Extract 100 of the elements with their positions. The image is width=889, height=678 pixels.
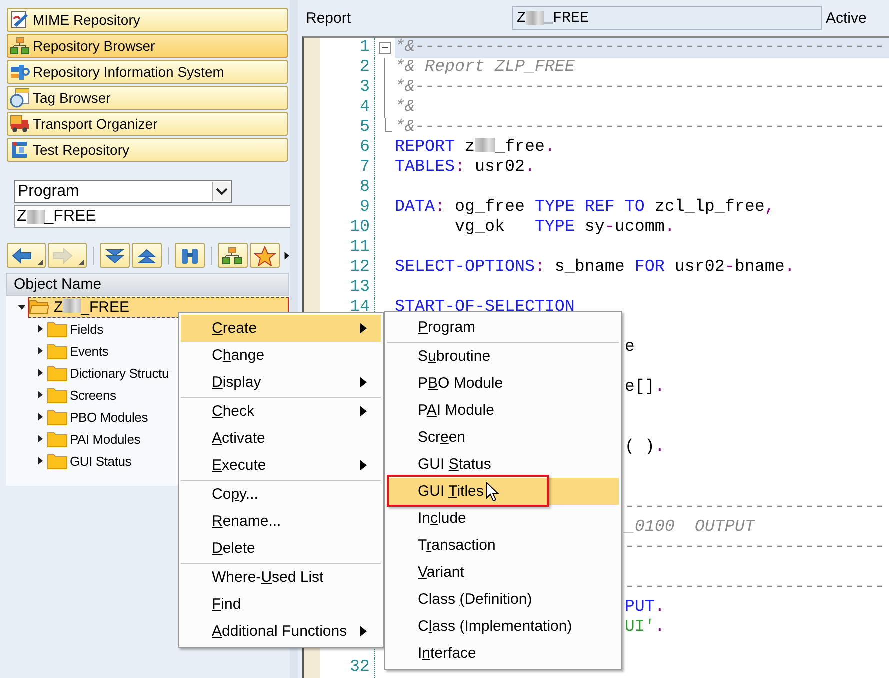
code-line: e[].: [624, 378, 666, 398]
folder-icon: [47, 342, 68, 360]
code-line: *&-----------------------------------------------: [395, 118, 886, 138]
menu-item[interactable]: Copy...: [181, 481, 381, 508]
menu-item[interactable]: Additional Functions: [181, 618, 381, 645]
expand-arrow-icon[interactable]: [36, 434, 45, 444]
nav-button[interactable]: Repository Information System: [7, 60, 288, 84]
code-line: _0100 OUTPUT: [622, 518, 756, 538]
folder-icon: [47, 320, 68, 338]
code-line: TABLES: usr02.: [395, 158, 536, 178]
menu-item[interactable]: Display: [181, 369, 381, 396]
status-text: Active: [826, 10, 867, 26]
expand-arrow-icon[interactable]: [18, 302, 27, 312]
nav-button[interactable]: Test Repository: [7, 138, 288, 162]
clamp-icon: [10, 140, 30, 160]
menu-item[interactable]: PAI Module: [387, 397, 619, 424]
more-arrow-icon[interactable]: [284, 250, 290, 260]
line-number: 10: [349, 218, 371, 238]
code-line: UI'.: [624, 618, 666, 638]
menu-item[interactable]: Find: [181, 591, 381, 618]
menu-item[interactable]: Interface: [387, 640, 619, 667]
code-line: e: [624, 338, 636, 358]
nav-button[interactable]: Transport Organizer: [7, 112, 288, 136]
toolbar-button[interactable]: [250, 243, 280, 268]
tree-item[interactable]: PBO Modules: [46, 406, 150, 428]
menu-item[interactable]: Create: [181, 315, 381, 342]
code-line: PUT.: [624, 598, 666, 618]
menu-item[interactable]: GUI Titles: [387, 478, 619, 505]
menu-item[interactable]: GUI Status: [387, 451, 619, 478]
tree-item[interactable]: Fields: [46, 318, 104, 340]
expand-arrow-icon[interactable]: [36, 324, 45, 334]
menu-item[interactable]: Where-Used List: [181, 564, 381, 591]
tree-item[interactable]: GUI Status: [46, 450, 133, 472]
menu-item[interactable]: Class (Definition): [387, 586, 619, 613]
pencil-page-icon: [10, 10, 30, 30]
line-number: 9: [359, 198, 371, 218]
menu-item[interactable]: Change: [181, 342, 381, 369]
menu-item[interactable]: Check: [181, 398, 381, 425]
tree-item[interactable]: Events: [46, 340, 110, 362]
line-number: 13: [349, 278, 371, 298]
tree-item[interactable]: Z _FREE: [28, 296, 289, 318]
forward-arrow-icon: [52, 246, 74, 266]
expand-arrow-icon[interactable]: [36, 456, 45, 466]
mouse-pointer-icon: [486, 482, 499, 502]
tool-icon: [10, 62, 30, 82]
menu-item[interactable]: Screen: [387, 424, 619, 451]
object-type-label: Report: [306, 10, 352, 26]
menu-item[interactable]: Rename...: [181, 508, 381, 535]
line-number: 6: [359, 138, 371, 158]
nav-button[interactable]: Tag Browser: [7, 86, 288, 110]
menu-item[interactable]: Class (Implementation): [387, 613, 619, 640]
tree-item[interactable]: Screens: [46, 384, 118, 406]
tree-item[interactable]: Dictionary Structu: [46, 362, 170, 384]
menu-item[interactable]: Transaction: [387, 532, 619, 559]
code-line: ( ).: [624, 438, 666, 458]
code-line: *&: [395, 98, 416, 118]
toolbar-button[interactable]: [132, 243, 162, 268]
line-number: 1: [359, 38, 371, 58]
folder-icon: [47, 364, 68, 382]
menu-item[interactable]: Include: [387, 505, 619, 532]
menu-item[interactable]: PBO Module: [387, 370, 619, 397]
expand-arrow-icon[interactable]: [36, 346, 45, 356]
menu-item[interactable]: Execute: [181, 452, 381, 479]
truck-icon: [10, 114, 30, 134]
toolbar-button[interactable]: [174, 243, 205, 268]
line-number: 12: [349, 258, 371, 278]
nav-button[interactable]: MIME Repository: [7, 8, 288, 32]
code-line: --------------------------: [624, 498, 886, 518]
menu-item[interactable]: Subroutine: [387, 343, 619, 370]
line-number: 7: [359, 158, 371, 178]
tree-item[interactable]: PAI Modules: [46, 428, 142, 450]
back-arrow-icon: [11, 246, 33, 266]
code-line: SELECT-OPTIONS: s_bname FOR usr02-bname.: [395, 258, 796, 278]
object-type-dropdown[interactable]: Program: [14, 180, 232, 203]
menu-item[interactable]: Delete: [181, 535, 381, 562]
expand-arrow-icon[interactable]: [36, 412, 45, 422]
toolbar-button[interactable]: [218, 243, 248, 268]
nav-button[interactable]: Repository Browser: [7, 34, 288, 58]
expand-arrow-icon[interactable]: [36, 368, 45, 378]
hierarchy-icon: [10, 36, 30, 56]
object-name-field[interactable]: Z _FREE: [14, 205, 290, 228]
code-line: --------------------------: [624, 538, 886, 558]
line-number: 5: [359, 118, 371, 138]
expand-arrow-icon[interactable]: [36, 390, 45, 400]
menu-item[interactable]: Variant: [387, 559, 619, 586]
line-number: 14: [349, 298, 371, 318]
menu-item[interactable]: Activate: [181, 425, 381, 452]
line-number: 4: [359, 98, 371, 118]
line-number: 11: [349, 238, 371, 258]
folder-icon: [47, 408, 68, 426]
toolbar-button[interactable]: [100, 243, 130, 268]
code-line: *&-----------------------------------------------: [395, 78, 886, 98]
line-number: 8: [359, 178, 371, 198]
hierarchy-icon: [222, 246, 244, 266]
column-header: Object Name: [6, 273, 289, 296]
toolbar-button[interactable]: [7, 243, 46, 268]
code-line: *& Report ZLP_FREE: [395, 58, 576, 78]
code-line: REPORT z _free.: [395, 138, 556, 158]
fold-toggle-icon[interactable]: [379, 42, 391, 54]
code-line: DATA: og_free TYPE REF TO zcl_lp_free,: [395, 198, 776, 218]
